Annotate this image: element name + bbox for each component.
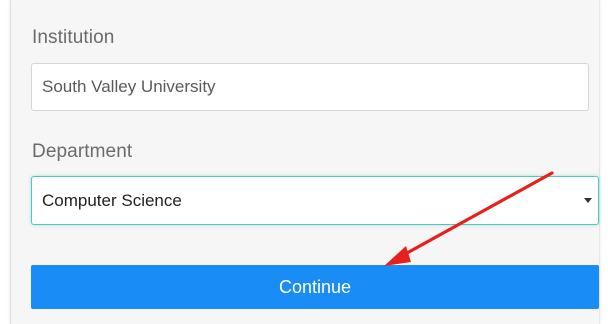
department-selected-value: Computer Science (42, 191, 182, 210)
department-label: Department (32, 141, 133, 162)
institution-label: Institution (32, 27, 115, 48)
institution-input[interactable] (31, 63, 589, 111)
caret-down-icon (584, 198, 592, 203)
department-select[interactable]: Computer Science (31, 176, 599, 225)
page: Institution Department Computer Science … (0, 0, 608, 324)
continue-button[interactable]: Continue (31, 265, 599, 309)
form-panel: Institution Department Computer Science … (10, 0, 600, 324)
